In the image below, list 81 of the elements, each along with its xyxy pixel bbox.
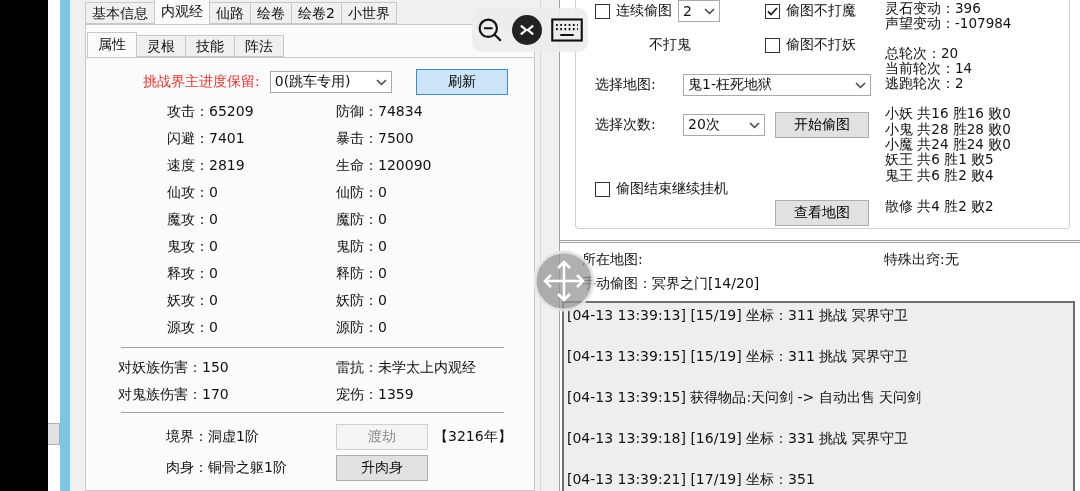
stat-text: 攻击：65209 [167,102,255,121]
option-label: 偷图不打魔 [786,2,856,20]
log-line: [04-13 13:39:15] [15/19] 坐标：311 挑战 冥界守卫 [567,347,909,366]
keyboard-icon[interactable] [551,18,584,42]
log-line: [04-13 13:39:21] [17/19] 坐标：351 [567,470,816,489]
stat-text: 仙防：0 [336,183,388,202]
battle-stat-text: 鬼王 共6 胜2 败4 [885,167,995,183]
tab[interactable]: 绘卷2 [291,2,342,24]
battle-stat-text: 小魔 共24 胜24 败0 [885,137,1012,153]
stat-text: 暴击：7500 [336,129,415,148]
stat-text: 对妖族伤害：150 [118,358,230,377]
checkbox[interactable] [595,181,610,197]
stat-text: 释防：0 [336,264,388,283]
option-label: 偷图不打妖 [786,36,856,54]
tab[interactable]: 基本信息 [85,2,155,24]
dropdown-caret-icon [855,81,866,89]
stat-text: 鬼攻：0 [167,237,219,256]
cultivation-text: 境界：洞虚1阶 [166,427,260,446]
checkbox[interactable] [595,3,610,19]
stat-text: 对鬼族伤害：170 [118,385,230,404]
stat-text: 闪避：7401 [167,129,246,148]
view-map-button[interactable]: 查看地图 [775,200,869,226]
count-label: 选择次数: [595,116,657,134]
stat-text: 宠伤：1359 [336,385,415,404]
map-dropdown[interactable]: 鬼1-枉死地狱 [683,74,871,96]
rounds-text: 当前轮次：14 [885,60,974,76]
dropdown-caret-icon [704,7,715,15]
count-dropdown[interactable]: 20次 [683,114,765,136]
upgrade-button[interactable]: 升肉身 [336,454,428,481]
tab[interactable]: 小世界 [340,2,397,24]
map-location-text: 所在地图: [582,251,644,269]
tab[interactable]: 阵法 [234,35,284,57]
option-label: 偷图结束继续挂机 [616,180,728,198]
dropdown-caret-icon [375,78,387,86]
tab[interactable]: 内观经 [154,0,210,24]
tab[interactable]: 绘卷 [250,2,292,24]
stat-text: 速度：2819 [167,156,246,175]
tab[interactable]: 灵根 [136,35,186,57]
log-line: [04-13 13:39:15] 获得物品:天问剑 -> 自动出售 天问剑 [567,388,923,407]
special-text: 特殊出窍:无 [884,251,959,269]
stat-text: 雷抗：未学太上内观经 [336,358,477,377]
rounds-text: 总轮次：20 [885,45,960,61]
connection-icon[interactable] [512,15,542,45]
stat-text: 释攻：0 [167,264,219,283]
checkbox[interactable] [765,3,780,19]
tab[interactable]: 仙路 [209,2,251,24]
stat-text: 仙攻：0 [167,183,219,202]
battle-stat-text: 小鬼 共28 胜28 败0 [885,121,1012,138]
battle-stat-text: 妖王 共6 胜1 败5 [885,152,995,168]
option-label: 连续偷图 [616,2,672,20]
stat-text: 源防：0 [336,318,388,337]
stat-text: 魔防：0 [336,210,388,229]
summary-text: 灵石变动：396 [885,1,982,17]
summary-text: 声望变动：-107984 [885,16,1013,32]
progress-dropdown[interactable]: 0(跳车专用) [269,71,392,93]
stat-text: 妖攻：0 [167,291,219,310]
stat-text: 魔攻：0 [167,210,219,229]
years-text: 【3216年】 [434,427,512,446]
stat-text: 生命：120090 [336,156,433,175]
refresh-button[interactable]: 刷新 [415,69,508,95]
zoom-out-icon[interactable] [476,17,503,43]
rounds-text: 逃跑轮次：2 [885,76,965,92]
dropdown-caret-icon [749,121,760,129]
manual-text: 手动偷图：冥界之门[14/20] [582,275,761,293]
battle-stat-text: 小妖 共16 胜16 败0 [885,106,1012,122]
stat-text: 妖防：0 [336,291,388,310]
log-line: [04-13 13:39:13] [15/19] 坐标：311 挑战 冥界守卫 [567,306,909,325]
stat-text: 鬼防：0 [336,237,388,256]
progress-label: 挑战界主进度保留: [143,73,260,91]
stat-text: 防御：74834 [336,102,424,121]
option-label: 不打鬼 [649,36,691,54]
battle-stat-text: 散修 共4 胜2 败2 [885,198,995,215]
start-button[interactable]: 开始偷图 [775,112,869,138]
stat-text: 源攻：0 [167,318,219,337]
count-dropdown[interactable]: 2 [678,0,720,22]
tab[interactable]: 属性 [87,32,137,57]
tab[interactable]: 技能 [185,35,235,57]
cultivation-text: 肉身：铜骨之躯1阶 [166,458,288,477]
map-label: 选择地图: [595,76,657,94]
checkbox[interactable] [765,37,780,53]
log-line: [04-13 13:39:18] [16/19] 坐标：331 挑战 冥界守卫 [567,429,909,448]
